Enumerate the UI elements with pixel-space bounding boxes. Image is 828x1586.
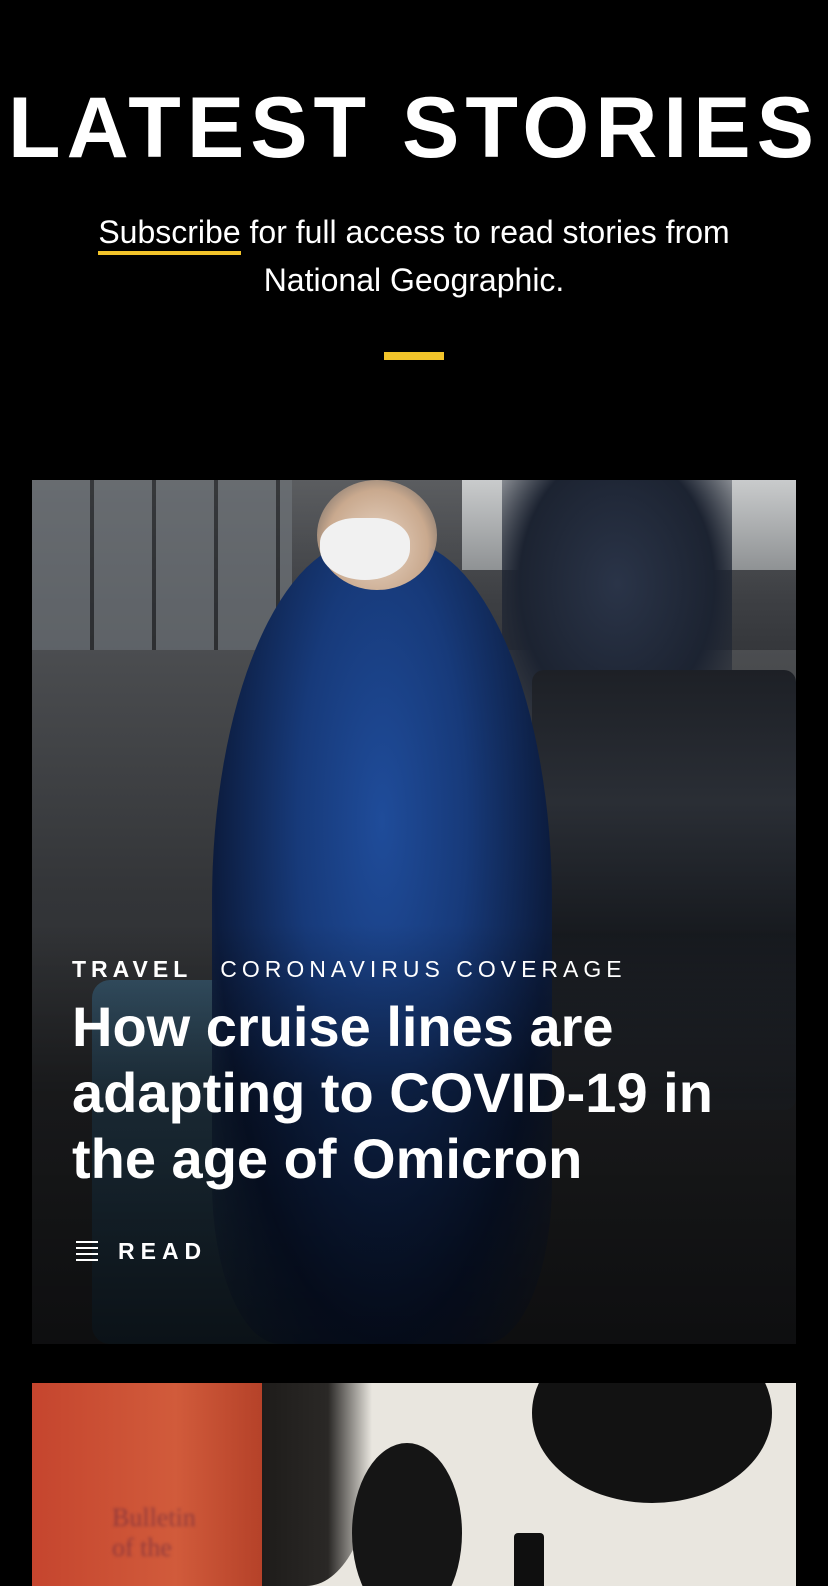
subscribe-prompt: Subscribe for full access to read storie… [60, 208, 768, 304]
story-headline[interactable]: How cruise lines are adapting to COVID-1… [72, 994, 752, 1192]
article-lines-icon [76, 1239, 100, 1265]
subscribe-text: for full access to read stories from Nat… [240, 214, 730, 298]
image-face-mask [320, 518, 410, 580]
page-header: LATEST STORIES Subscribe for full access… [0, 0, 828, 440]
story-kicker: TRAVEL CORONAVIRUS COVERAGE [72, 956, 627, 983]
subscribe-link[interactable]: Subscribe [98, 214, 241, 255]
story-image: Bulletin of the [32, 1383, 796, 1586]
story-card[interactable]: Bulletin of the [32, 1383, 796, 1586]
read-button[interactable]: READ [76, 1238, 207, 1265]
image-bar [514, 1533, 544, 1586]
read-label: READ [118, 1238, 208, 1264]
header-accent-rule [384, 352, 444, 360]
image-circle-large [532, 1383, 772, 1503]
image-text: Bulletin of the [112, 1503, 196, 1562]
topic-link[interactable]: CORONAVIRUS COVERAGE [220, 956, 626, 982]
image-windows [32, 480, 292, 650]
story-card[interactable]: TRAVEL CORONAVIRUS COVERAGE How cruise li… [32, 480, 796, 1344]
category-link[interactable]: TRAVEL [72, 956, 192, 982]
page-title: LATEST STORIES [8, 80, 820, 176]
